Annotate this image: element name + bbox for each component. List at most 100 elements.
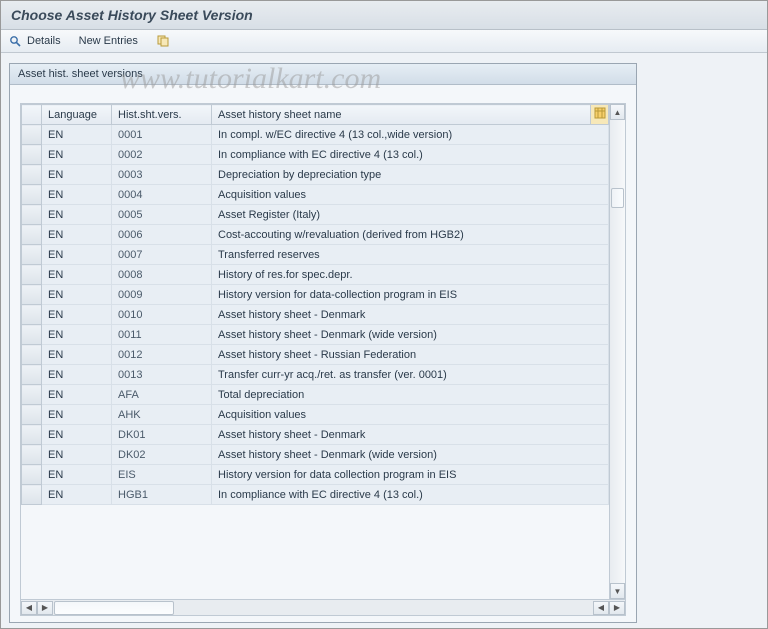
cell-language: EN [42, 245, 112, 265]
cell-version: HGB1 [112, 485, 212, 505]
details-button[interactable]: Details [9, 34, 61, 48]
row-select-handle[interactable] [22, 185, 42, 205]
cell-language: EN [42, 125, 112, 145]
table-row[interactable]: EN0008History of res.for spec.depr. [22, 265, 609, 285]
cell-name: In compl. w/EC directive 4 (13 col.,wide… [212, 125, 609, 145]
hscroll-left-1[interactable]: ◀ [21, 601, 37, 615]
table-row[interactable]: EN0004Acquisition values [22, 185, 609, 205]
copy-icon [156, 34, 170, 48]
hscroll-right-1[interactable]: ▶ [37, 601, 53, 615]
row-select-handle[interactable] [22, 425, 42, 445]
cell-name: History version for data collection prog… [212, 465, 609, 485]
cell-version: 0001 [112, 125, 212, 145]
cell-name: In compliance with EC directive 4 (13 co… [212, 145, 609, 165]
cell-name: Acquisition values [212, 405, 609, 425]
cell-name: Asset Register (Italy) [212, 205, 609, 225]
cell-language: EN [42, 345, 112, 365]
cell-name: Transfer curr-yr acq./ret. as transfer (… [212, 365, 609, 385]
hscroll-left-2[interactable]: ◀ [593, 601, 609, 615]
row-select-handle[interactable] [22, 165, 42, 185]
toolbar: Details New Entries [1, 30, 767, 53]
cell-name: Asset history sheet - Denmark (wide vers… [212, 445, 609, 465]
cell-language: EN [42, 225, 112, 245]
table-row[interactable]: ENAFATotal depreciation [22, 385, 609, 405]
col-name[interactable]: Asset history sheet name [212, 105, 591, 125]
col-language[interactable]: Language [42, 105, 112, 125]
cell-name: Transferred reserves [212, 245, 609, 265]
table-row[interactable]: ENDK02Asset history sheet - Denmark (wid… [22, 445, 609, 465]
table-row[interactable]: EN0013Transfer curr-yr acq./ret. as tran… [22, 365, 609, 385]
scroll-down-button[interactable]: ▼ [610, 583, 625, 599]
table-settings-button[interactable] [591, 105, 609, 125]
table-row[interactable]: EN0005Asset Register (Italy) [22, 205, 609, 225]
row-select-handle[interactable] [22, 365, 42, 385]
new-entries-button[interactable]: New Entries [79, 35, 138, 47]
row-select-handle[interactable] [22, 345, 42, 365]
cell-version: 0004 [112, 185, 212, 205]
row-select-handle[interactable] [22, 205, 42, 225]
row-select-handle[interactable] [22, 285, 42, 305]
row-select-handle[interactable] [22, 485, 42, 505]
window-frame: Choose Asset History Sheet Version Detai… [0, 0, 768, 629]
cell-name: Asset history sheet - Denmark (wide vers… [212, 325, 609, 345]
details-icon [9, 34, 23, 48]
col-version[interactable]: Hist.sht.vers. [112, 105, 212, 125]
vertical-scrollbar[interactable]: ▲ ▼ [609, 104, 625, 599]
cell-language: EN [42, 205, 112, 225]
row-select-handle[interactable] [22, 125, 42, 145]
horizontal-scrollbar[interactable]: ◀ ▶ ◀ ▶ [20, 600, 626, 616]
cell-language: EN [42, 265, 112, 285]
row-select-handle[interactable] [22, 305, 42, 325]
table-row[interactable]: EN0007Transferred reserves [22, 245, 609, 265]
cell-version: 0013 [112, 365, 212, 385]
cell-version: 0006 [112, 225, 212, 245]
scroll-up-button[interactable]: ▲ [610, 104, 625, 120]
cell-language: EN [42, 465, 112, 485]
cell-language: EN [42, 305, 112, 325]
cell-version: DK02 [112, 445, 212, 465]
row-select-handle[interactable] [22, 405, 42, 425]
table-row[interactable]: EN0003Depreciation by depreciation type [22, 165, 609, 185]
row-select-handle[interactable] [22, 385, 42, 405]
table-row[interactable]: EN0011Asset history sheet - Denmark (wid… [22, 325, 609, 345]
row-select-handle[interactable] [22, 245, 42, 265]
col-select[interactable] [22, 105, 42, 125]
row-select-handle[interactable] [22, 445, 42, 465]
table-row[interactable]: EN0010Asset history sheet - Denmark [22, 305, 609, 325]
table-row[interactable]: EN0009History version for data-collectio… [22, 285, 609, 305]
cell-version: 0003 [112, 165, 212, 185]
table-row[interactable]: EN0006Cost-accouting w/revaluation (deri… [22, 225, 609, 245]
cell-language: EN [42, 385, 112, 405]
versions-table: Language Hist.sht.vers. Asset history sh… [21, 104, 609, 505]
cell-name: Asset history sheet - Denmark [212, 305, 609, 325]
table-row[interactable]: EN0001In compl. w/EC directive 4 (13 col… [22, 125, 609, 145]
page-title: Choose Asset History Sheet Version [1, 1, 767, 30]
table-row[interactable]: ENDK01Asset history sheet - Denmark [22, 425, 609, 445]
cell-name: History version for data-collection prog… [212, 285, 609, 305]
table-row[interactable]: ENHGB1In compliance with EC directive 4 … [22, 485, 609, 505]
new-entries-label: New Entries [79, 35, 138, 47]
table-row[interactable]: ENAHKAcquisition values [22, 405, 609, 425]
cell-version: 0011 [112, 325, 212, 345]
row-select-handle[interactable] [22, 265, 42, 285]
table-row[interactable]: EN0012Asset history sheet - Russian Fede… [22, 345, 609, 365]
cell-language: EN [42, 425, 112, 445]
cell-language: EN [42, 325, 112, 345]
table-row[interactable]: EN0002In compliance with EC directive 4 … [22, 145, 609, 165]
vertical-scrollbar-thumb[interactable] [611, 188, 624, 208]
copy-button[interactable] [156, 34, 170, 48]
cell-version: 0012 [112, 345, 212, 365]
hscroll-thumb[interactable] [54, 601, 174, 615]
cell-language: EN [42, 365, 112, 385]
table-row[interactable]: ENEISHistory version for data collection… [22, 465, 609, 485]
cell-version: 0008 [112, 265, 212, 285]
cell-language: EN [42, 445, 112, 465]
row-select-handle[interactable] [22, 325, 42, 345]
cell-name: Cost-accouting w/revaluation (derived fr… [212, 225, 609, 245]
row-select-handle[interactable] [22, 465, 42, 485]
row-select-handle[interactable] [22, 145, 42, 165]
row-select-handle[interactable] [22, 225, 42, 245]
hscroll-right-2[interactable]: ▶ [609, 601, 625, 615]
cell-version: EIS [112, 465, 212, 485]
cell-language: EN [42, 165, 112, 185]
